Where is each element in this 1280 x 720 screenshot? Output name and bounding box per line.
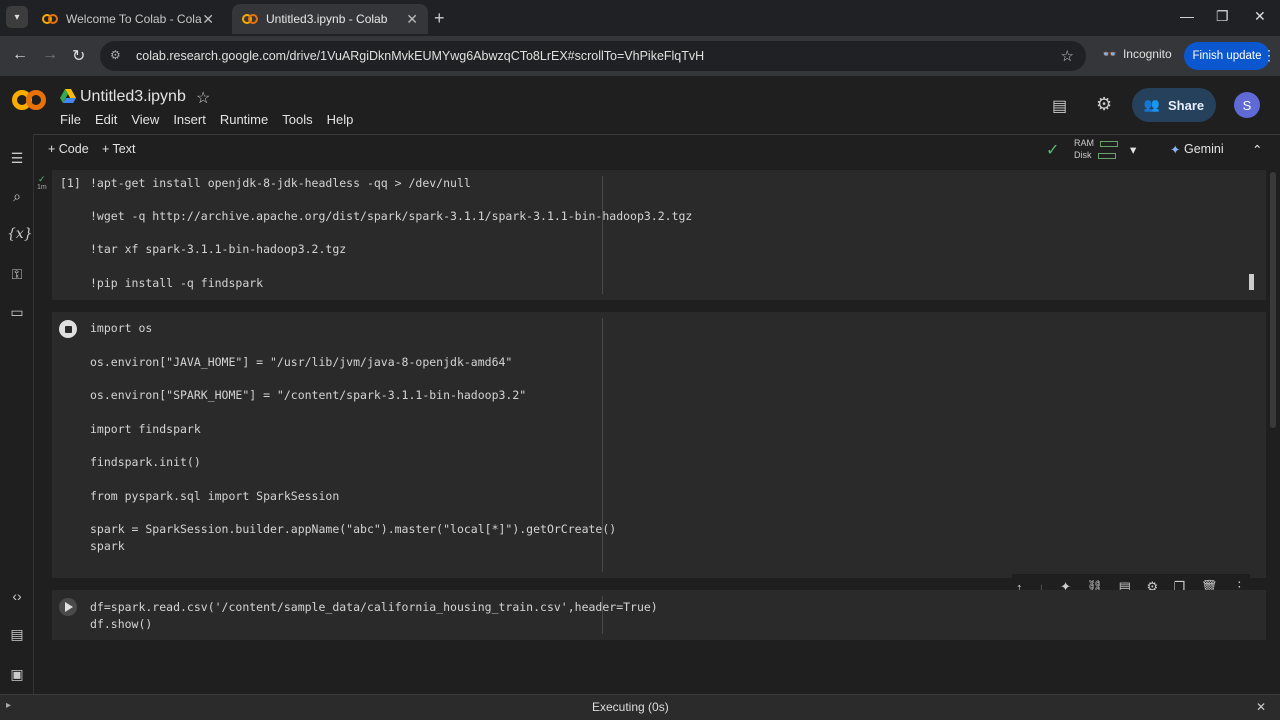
terminal-icon[interactable]: ▣: [7, 666, 27, 683]
browser-tab-strip: ▾ Welcome To Colab - Colab ✕ Untitled3.i…: [0, 0, 1280, 36]
forward-arrow-icon[interactable]: →: [42, 46, 58, 64]
new-tab-plus-icon[interactable]: +: [434, 8, 445, 29]
menu-runtime[interactable]: Runtime: [220, 112, 268, 127]
code-line: !wget -q http://archive.apache.org/dist/…: [90, 209, 693, 223]
tab-title: Untitled3.ipynb - Colab: [266, 12, 388, 26]
ruler-line: [602, 176, 603, 294]
connected-check-icon: ✓: [1046, 142, 1060, 159]
menu-insert[interactable]: Insert: [173, 112, 206, 127]
minimize-icon[interactable]: —: [1180, 8, 1194, 24]
close-tab-icon[interactable]: ✕: [202, 11, 214, 28]
stop-icon: [64, 325, 72, 333]
back-arrow-icon[interactable]: ←: [12, 46, 28, 64]
colab-header: Untitled3.ipynb ☆ File Edit View Insert …: [0, 76, 1280, 134]
cell-scroll-thumb[interactable]: [1249, 274, 1254, 290]
code-line: os.environ["SPARK_HOME"] = "/content/spa…: [90, 388, 527, 402]
code-line: !apt-get install openjdk-8-jdk-headless …: [90, 176, 471, 190]
add-text-button[interactable]: + Text: [102, 142, 135, 156]
browser-menu-icon[interactable]: ⋮: [1262, 47, 1276, 64]
exec-count: [1]: [60, 176, 81, 190]
collapse-chevron-icon[interactable]: ⌃: [1252, 142, 1262, 157]
disk-label: Disk: [1074, 150, 1092, 160]
ram-label: RAM: [1074, 138, 1094, 148]
add-code-button[interactable]: + Code: [48, 142, 89, 156]
menu-edit[interactable]: Edit: [95, 112, 117, 127]
files-folder-icon[interactable]: ▭: [7, 304, 27, 321]
running-stop-button[interactable]: [59, 320, 77, 338]
cell-exec-time: 1m: [37, 184, 47, 191]
notebook-scrollbar[interactable]: [1270, 172, 1276, 428]
disk-bar: [1097, 152, 1116, 159]
code-cell-1[interactable]: [1] !apt-get install openjdk-8-jdk-headl…: [52, 170, 1266, 300]
close-status-icon[interactable]: ✕: [1256, 700, 1266, 714]
colab-logo-icon[interactable]: [12, 90, 48, 112]
code-line: spark: [90, 539, 125, 553]
colab-favicon-icon: [42, 14, 58, 24]
tab-title: Welcome To Colab - Colab: [66, 12, 203, 26]
settings-gear-icon[interactable]: ⚙: [1096, 94, 1112, 115]
bookmark-star-icon[interactable]: ☆: [1061, 47, 1074, 65]
colab-favicon-icon: [242, 14, 258, 24]
incognito-icon: 👓: [1102, 47, 1117, 61]
code-line: findspark.init(): [90, 455, 201, 469]
secrets-key-icon[interactable]: ⚿: [7, 266, 27, 283]
code-line: os.environ["JAVA_HOME"] = "/usr/lib/jvm/…: [90, 355, 513, 369]
expand-arrow-icon[interactable]: ▸: [6, 700, 11, 711]
close-tab-icon[interactable]: ✕: [406, 11, 418, 28]
code-line: import findspark: [90, 422, 201, 436]
menu-tools[interactable]: Tools: [282, 112, 312, 127]
code-cell-2[interactable]: import os os.environ["JAVA_HOME"] = "/us…: [52, 312, 1266, 578]
notebook-name[interactable]: Untitled3.ipynb: [80, 88, 186, 106]
ram-bar: [1100, 140, 1118, 147]
site-info-icon[interactable]: ⚙: [110, 48, 126, 64]
left-sidebar: ☰ ⌕ {x} ⚿ ▭ ‹› ▤ ▣: [0, 134, 34, 694]
play-icon: [65, 602, 73, 612]
incognito-label: Incognito: [1122, 47, 1172, 61]
code-line: spark = SparkSession.builder.appName("ab…: [90, 522, 617, 536]
run-cell-button[interactable]: [59, 598, 77, 616]
share-button[interactable]: 👥 Share: [1132, 88, 1216, 122]
url-text: colab.research.google.com/drive/1VuARgiD…: [136, 49, 705, 63]
browser-tab-untitled3[interactable]: Untitled3.ipynb - Colab ✕: [232, 4, 428, 34]
ram-disk-indicator[interactable]: RAM Disk: [1074, 137, 1118, 161]
code-line: !tar xf spark-3.1.1-bin-hadoop3.2.tgz: [90, 242, 347, 256]
command-palette-icon[interactable]: ▤: [7, 626, 27, 643]
code-line[interactable]: df=spark.read.csv('/content/sample_data/…: [90, 600, 658, 614]
notebook-toolbar: + Code + Text ✓ RAM Disk ▾ ✦ Gemini ⌃: [34, 134, 1280, 164]
incognito-indicator[interactable]: 👓 Incognito: [1102, 47, 1172, 61]
code-line: !pip install -q findspark: [90, 276, 264, 290]
browser-tab-welcome[interactable]: Welcome To Colab - Colab ✕: [32, 4, 224, 34]
code-line: df.show(): [90, 617, 153, 631]
code-line: from pyspark.sql import SparkSession: [90, 489, 340, 503]
share-label: Share: [1168, 97, 1205, 113]
menu-bar: File Edit View Insert Runtime Tools Help: [60, 112, 353, 127]
variables-icon[interactable]: {x}: [7, 226, 33, 242]
menu-view[interactable]: View: [131, 112, 159, 127]
execution-status[interactable]: Executing (0s): [592, 700, 669, 714]
reload-icon[interactable]: ↻: [72, 46, 85, 66]
table-of-contents-icon[interactable]: ☰: [7, 150, 27, 167]
comments-icon[interactable]: ▤: [1052, 96, 1067, 116]
search-icon[interactable]: ⌕: [7, 188, 27, 205]
code-line: import os: [90, 321, 153, 335]
avatar[interactable]: S: [1234, 92, 1260, 118]
runtime-dropdown-icon[interactable]: ▾: [1130, 142, 1136, 157]
gemini-sparkle-icon: ✦: [1170, 143, 1181, 157]
tab-search-chevron-icon[interactable]: ▾: [6, 6, 28, 28]
code-snippets-icon[interactable]: ‹›: [7, 588, 27, 604]
finish-update-button[interactable]: Finish update: [1184, 42, 1270, 70]
star-notebook-icon[interactable]: ☆: [196, 88, 210, 108]
menu-help[interactable]: Help: [327, 112, 354, 127]
browser-address-row: ← → ↻ ⚙ colab.research.google.com/drive/…: [0, 36, 1280, 76]
restore-icon[interactable]: ❐: [1216, 8, 1229, 25]
status-bar: ▸ Executing (0s) ✕: [0, 694, 1280, 720]
google-drive-icon[interactable]: [60, 89, 76, 103]
gemini-button[interactable]: Gemini: [1184, 142, 1224, 156]
people-icon: 👥: [1143, 97, 1161, 112]
address-bar[interactable]: ⚙ colab.research.google.com/drive/1VuARg…: [100, 41, 1086, 71]
code-cell-3[interactable]: df=spark.read.csv('/content/sample_data/…: [52, 590, 1266, 640]
window-close-icon[interactable]: ✕: [1254, 8, 1266, 25]
menu-file[interactable]: File: [60, 112, 81, 127]
